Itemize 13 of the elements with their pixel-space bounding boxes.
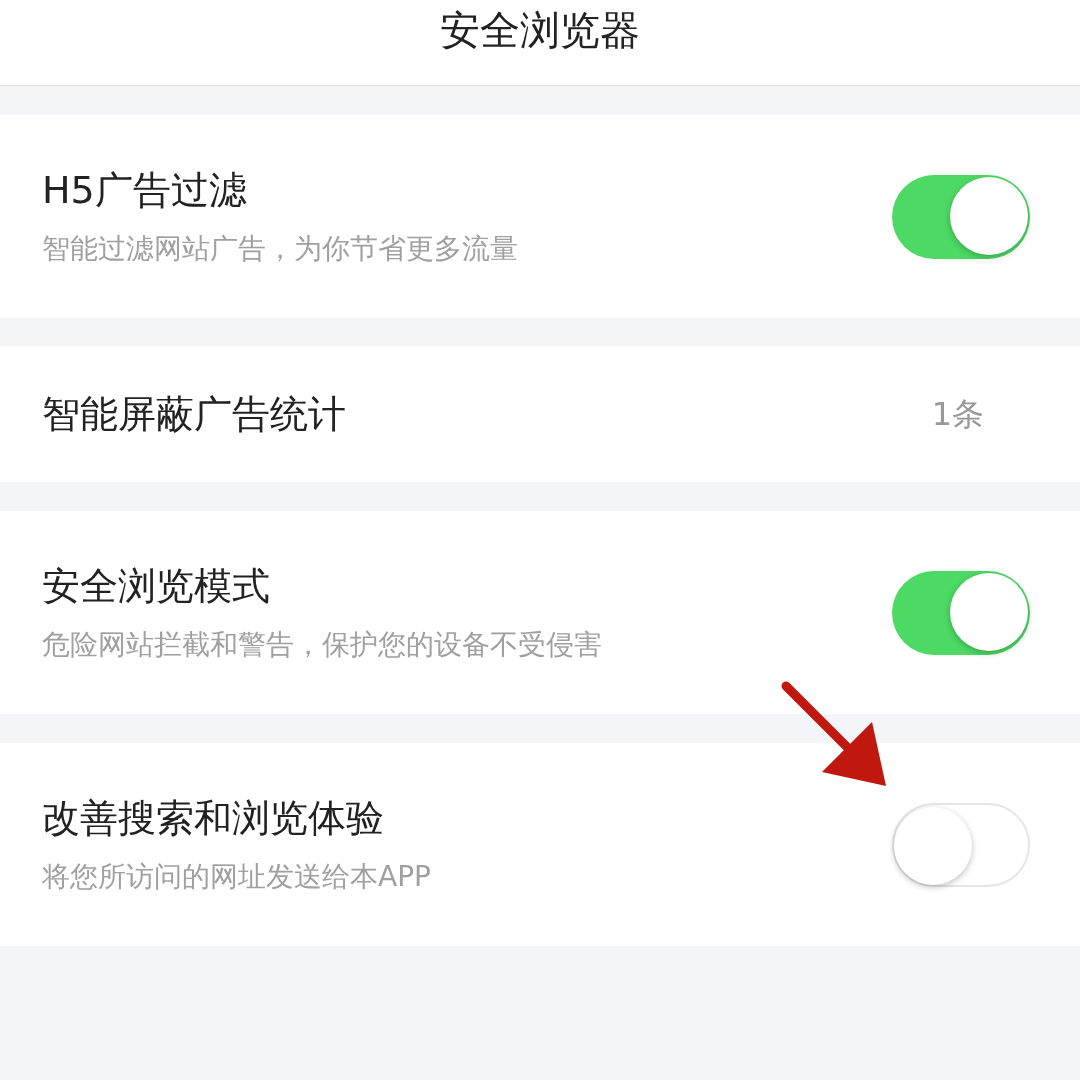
toggle-switch[interactable]	[892, 570, 1030, 655]
toggle-switch[interactable]	[892, 174, 1030, 259]
setting-value: 1条	[931, 394, 984, 435]
toggle-switch[interactable]	[892, 802, 1030, 887]
setting-description: 将您所访问的网址发送给本APP	[42, 858, 431, 895]
setting-description: 智能过滤网站广告，为你节省更多流量	[42, 230, 518, 267]
page-title: 安全浏览器	[440, 6, 640, 55]
setting-label: H5广告过滤	[42, 166, 248, 214]
setting-label: 改善搜索和浏览体验	[42, 794, 385, 842]
setting-label: 智能屏蔽广告统计	[42, 390, 346, 438]
setting-card[interactable]: 智能屏蔽广告统计 1条	[0, 346, 1080, 482]
setting-label: 安全浏览模式	[42, 562, 271, 610]
setting-description: 危险网站拦截和警告，保护您的设备不受侵害	[42, 626, 602, 663]
